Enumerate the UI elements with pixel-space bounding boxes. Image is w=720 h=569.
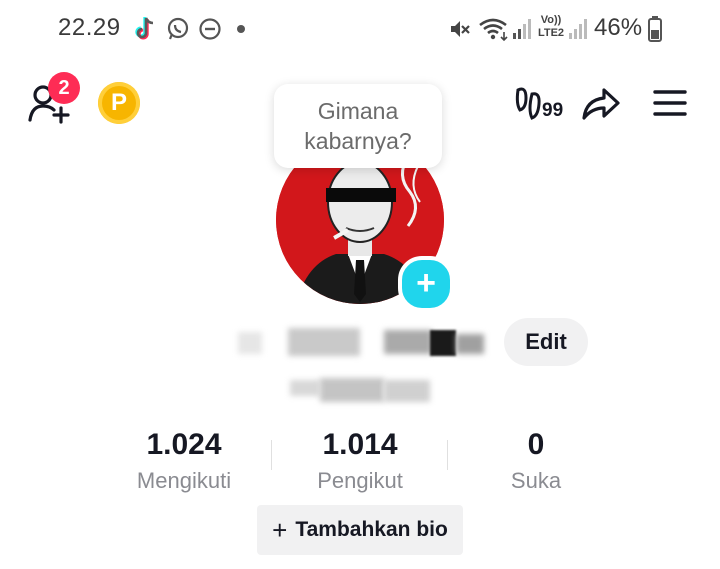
wifi-icon: [479, 18, 508, 42]
more-notifications-dot-icon: [237, 25, 245, 33]
status-time: 22.29: [58, 14, 121, 41]
volte-indicator: Vo)) LTE2: [536, 14, 566, 40]
tiktok-notification-icon: [135, 17, 154, 40]
status-bar: 22.29 Vo)) LTE2 46%: [0, 0, 720, 58]
volte-label: Vo)): [540, 14, 562, 26]
profile-views-count: 99: [542, 100, 564, 121]
plus-icon: +: [272, 514, 288, 545]
followers-count: 1.014: [322, 428, 398, 461]
do-not-disturb-icon: [199, 18, 221, 40]
coin-icon[interactable]: P: [98, 82, 140, 124]
add-avatar-button[interactable]: +: [398, 256, 454, 312]
add-bio-label: Tambahkan bio: [295, 518, 448, 541]
likes-count: 0: [527, 428, 545, 461]
likes-stat[interactable]: 0 Suka: [456, 428, 616, 494]
mute-icon: [451, 21, 470, 37]
stat-divider: [447, 440, 448, 470]
whatsapp-icon: [167, 17, 189, 40]
friend-requests-badge: 2: [48, 72, 80, 104]
note-bubble[interactable]: Gimana kabarnya?: [274, 84, 442, 168]
signal-strength-2-icon: [569, 19, 587, 39]
battery-icon: [648, 16, 662, 42]
battery-percent: 46%: [594, 14, 643, 41]
following-stat[interactable]: 1.024 Mengikuti: [104, 428, 264, 494]
following-count: 1.024: [146, 428, 222, 461]
edit-profile-button[interactable]: Edit: [504, 318, 588, 366]
share-icon[interactable]: [580, 84, 622, 122]
followers-label: Pengikut: [317, 468, 403, 493]
stat-divider: [271, 440, 272, 470]
following-label: Mengikuti: [136, 468, 232, 493]
add-bio-button[interactable]: + Tambahkan bio: [257, 505, 463, 555]
lte-label: LTE2: [537, 27, 565, 39]
likes-label: Suka: [510, 468, 562, 493]
menu-icon[interactable]: [652, 88, 688, 118]
signal-strength-icon: [513, 19, 531, 39]
followers-stat[interactable]: 1.014 Pengikut: [280, 428, 440, 494]
